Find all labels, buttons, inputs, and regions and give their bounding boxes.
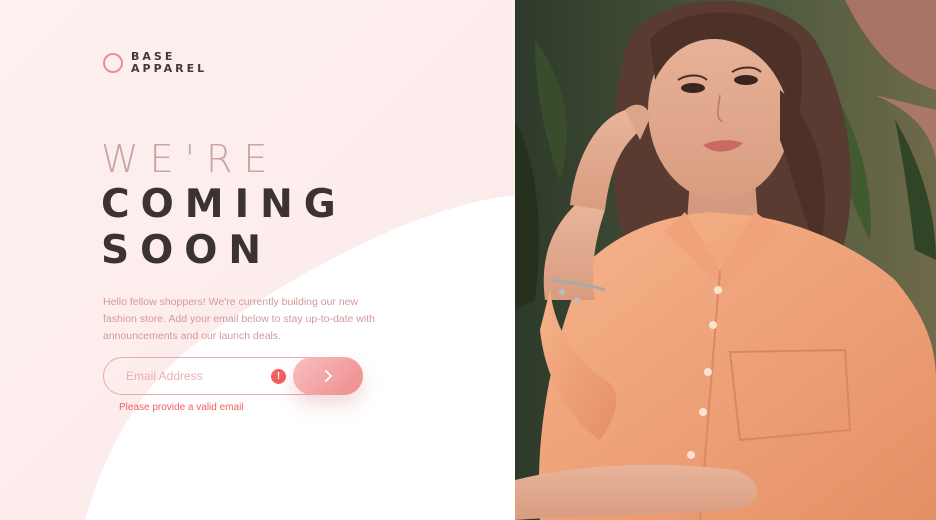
content-panel: BASE APPAREL WE'RE COMING SOON Hello fel… (0, 0, 515, 520)
hero-image-panel (515, 0, 936, 520)
error-message: Please provide a valid email (119, 402, 244, 413)
title-line-light: WE'RE (101, 137, 279, 181)
brand-logo[interactable]: BASE APPAREL (103, 51, 207, 75)
hero-photo (515, 0, 936, 520)
brand-line-2: APPAREL (131, 62, 208, 75)
email-signup-form: ! (103, 357, 363, 395)
title-line-bold-2: SOON (101, 228, 273, 273)
description-text: Hello fellow shoppers! We're currently b… (103, 296, 375, 342)
title-line-bold-1: COMING (101, 182, 347, 227)
brand-name: BASE APPAREL (131, 51, 207, 75)
error-icon: ! (271, 369, 286, 384)
chevron-right-icon (324, 369, 332, 383)
page-title: WE'RE COMING SOON (101, 136, 347, 274)
submit-button[interactable] (293, 357, 363, 395)
logo-circle-icon (103, 53, 123, 73)
